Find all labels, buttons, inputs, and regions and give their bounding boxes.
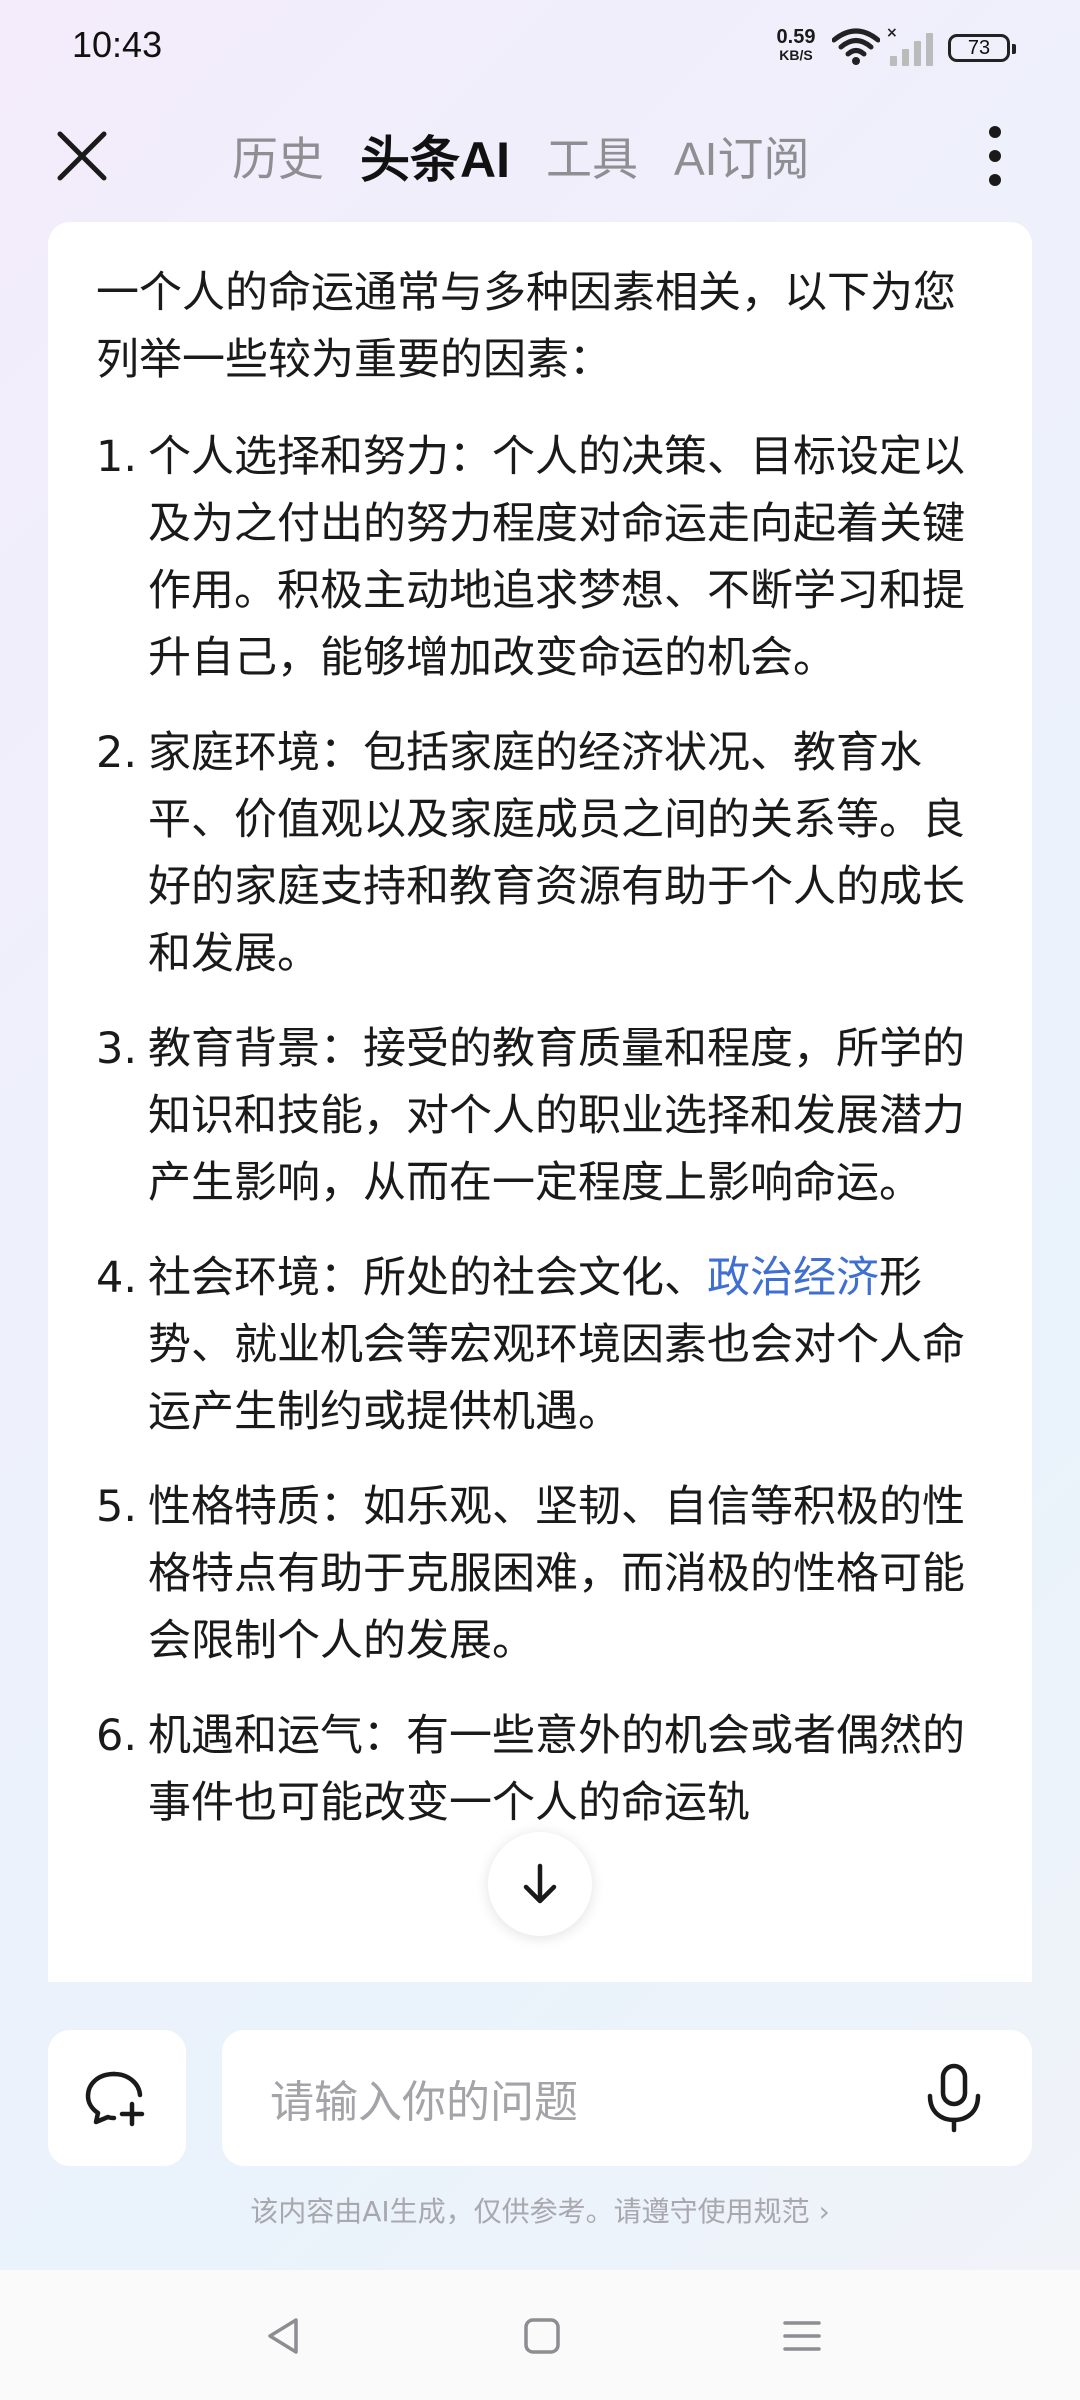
list-text: 教育背景：接受的教育质量和程度，所学的知识和技能，对个人的职业选择和发展潜力产生… bbox=[148, 1024, 965, 1208]
home-square-icon[interactable] bbox=[520, 2314, 564, 2358]
list-text: 机遇和运气：有一些意外的机会或者偶然的事件也可能改变一个人的命运轨 bbox=[148, 1711, 965, 1828]
signal-icon: × bbox=[886, 25, 933, 66]
list-text-part: 社会环境：所处的社会文化、 bbox=[148, 1253, 707, 1303]
list-text: 社会环境：所处的社会文化、政治经济形势、就业机会等宏观环境因素也会对个人命运产生… bbox=[148, 1245, 968, 1446]
tab-history[interactable]: 历史 bbox=[232, 123, 324, 189]
list-item: 6. 机遇和运气：有一些意外的机会或者偶然的事件也可能改变一个人的命运轨 bbox=[96, 1703, 968, 1837]
tab-toutiao-ai[interactable]: 头条AI bbox=[360, 120, 510, 192]
list-number: 1. bbox=[96, 432, 138, 482]
arrow-down-icon bbox=[523, 1863, 557, 1904]
list-number: 5. bbox=[96, 1482, 138, 1532]
chevron-right-icon: › bbox=[818, 2195, 830, 2228]
network-speed-value: 0.59 bbox=[776, 26, 816, 48]
chat-plus-icon bbox=[85, 2071, 145, 2127]
status-bar: 10:43 0.59 KB/S × 73 bbox=[0, 0, 1080, 96]
question-input-placeholder: 请输入你的问题 bbox=[270, 2077, 578, 2128]
network-speed: 0.59 KB/S bbox=[768, 26, 824, 64]
list-number: 2. bbox=[96, 728, 138, 778]
keyword-link[interactable]: 政治经济 bbox=[707, 1253, 879, 1303]
list-number: 4. bbox=[96, 1253, 138, 1303]
list-text: 性格特质：如乐观、坚韧、自信等积极的性格特点有助于克服困难，而消极的性格可能会限… bbox=[148, 1482, 965, 1666]
list-item: 2. 家庭环境：包括家庭的经济状况、教育水平、价值观以及家庭成员之间的关系等。良… bbox=[96, 720, 968, 988]
ai-disclaimer[interactable]: 该内容由AI生成，仅供参考。请遵守使用规范 › bbox=[0, 2190, 1080, 2230]
network-speed-unit: KB/S bbox=[779, 47, 813, 63]
list-text: 家庭环境：包括家庭的经济状况、教育水平、价值观以及家庭成员之间的关系等。良好的家… bbox=[148, 728, 965, 979]
wifi-icon bbox=[832, 28, 880, 65]
battery-indicator: 73 bbox=[948, 34, 1016, 62]
scroll-down-button[interactable] bbox=[488, 1832, 592, 1936]
back-triangle-icon[interactable] bbox=[262, 2314, 306, 2358]
list-number: 6. bbox=[96, 1711, 138, 1761]
list-item: 1. 个人选择和努力：个人的决策、目标设定以及为之付出的努力程度对命运走向起着关… bbox=[96, 424, 968, 692]
new-chat-button[interactable] bbox=[48, 2030, 186, 2166]
menu-lines-icon[interactable] bbox=[780, 2314, 824, 2358]
microphone-icon[interactable] bbox=[924, 2062, 984, 2134]
question-input[interactable]: 请输入你的问题 bbox=[222, 2030, 1032, 2166]
list-number: 3. bbox=[96, 1024, 138, 1074]
top-tabs: 历史 头条AI 工具 AI订阅 bbox=[232, 120, 845, 192]
status-time: 10:43 bbox=[72, 24, 163, 65]
tab-ai-subscription[interactable]: AI订阅 bbox=[674, 123, 809, 189]
list-item: 5. 性格特质：如乐观、坚韧、自信等积极的性格特点有助于克服困难，而消极的性格可… bbox=[96, 1474, 968, 1675]
list-item: 3. 教育背景：接受的教育质量和程度，所学的知识和技能，对个人的职业选择和发展潜… bbox=[96, 1016, 968, 1217]
card-fade bbox=[48, 1942, 1032, 1982]
list-text: 个人选择和努力：个人的决策、目标设定以及为之付出的努力程度对命运走向起着关键作用… bbox=[148, 432, 965, 683]
answer-card: 一个人的命运通常与多种因素相关，以下为您列举一些较为重要的因素： 1. 个人选择… bbox=[48, 222, 1032, 1982]
ai-disclaimer-text: 该内容由AI生成，仅供参考。请遵守使用规范 bbox=[250, 2195, 810, 2228]
system-nav-bar bbox=[0, 2270, 1080, 2400]
more-vertical-icon[interactable] bbox=[980, 120, 1010, 192]
close-icon[interactable] bbox=[54, 128, 110, 184]
svg-text:×: × bbox=[886, 25, 898, 41]
list-item: 4. 社会环境：所处的社会文化、政治经济形势、就业机会等宏观环境因素也会对个人命… bbox=[96, 1245, 968, 1446]
tab-tools[interactable]: 工具 bbox=[546, 123, 638, 189]
answer-intro: 一个人的命运通常与多种因素相关，以下为您列举一些较为重要的因素： bbox=[96, 268, 956, 385]
